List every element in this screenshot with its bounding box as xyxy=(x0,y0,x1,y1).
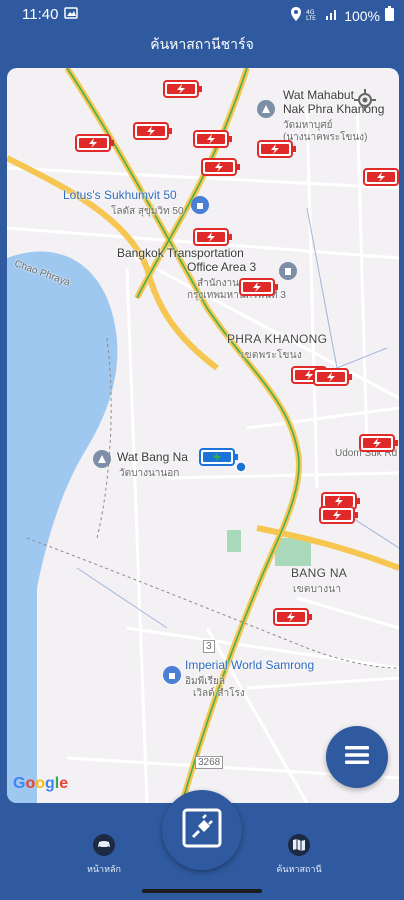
hamburger-icon xyxy=(345,745,369,769)
charger-marker-available-icon[interactable] xyxy=(199,448,239,466)
data-icon: 4G LTE xyxy=(306,7,320,25)
map-label-wat-mahabut: Wat Mahabut xyxy=(283,88,354,102)
car-icon xyxy=(91,832,117,858)
svg-text:LTE: LTE xyxy=(306,15,316,21)
nav-home-label: หน้าหลัก xyxy=(86,865,122,875)
nav-home[interactable]: หน้าหลัก xyxy=(59,832,149,876)
temple-pin-icon[interactable] xyxy=(93,450,111,468)
road-shield-3268: 3268 xyxy=(195,756,224,769)
location-icon xyxy=(291,6,302,25)
map-label-lotus-th: โลตัส สุขุมวิท 50 xyxy=(111,206,184,217)
charge-button[interactable] xyxy=(162,790,242,870)
charger-marker-icon[interactable] xyxy=(193,228,233,246)
signal-icon xyxy=(325,7,339,25)
nav-search-label: ค้นหาสถานี xyxy=(276,865,322,875)
charger-marker-icon[interactable] xyxy=(133,122,173,140)
charger-marker-icon[interactable] xyxy=(359,434,399,452)
charger-marker-icon[interactable] xyxy=(239,278,279,296)
google-logo: Google xyxy=(13,775,69,792)
road-shield-3: 3 xyxy=(203,640,215,653)
map-icon xyxy=(286,832,312,858)
map-label-phra-khanong: PHRA KHANONG xyxy=(227,332,328,346)
nav-search-station[interactable]: ค้นหาสถานี xyxy=(254,832,344,876)
battery-icon xyxy=(385,6,394,25)
office-pin-icon[interactable] xyxy=(279,262,297,280)
charger-marker-icon[interactable] xyxy=(319,506,359,524)
charger-marker-icon[interactable] xyxy=(201,158,241,176)
charger-marker-icon[interactable] xyxy=(363,168,399,186)
shopping-pin-icon[interactable] xyxy=(191,196,209,214)
gesture-bar xyxy=(142,889,262,893)
charger-marker-icon[interactable] xyxy=(273,608,313,626)
ev-plug-icon xyxy=(181,807,223,853)
map-label-wat-bang-na: Wat Bang Na xyxy=(117,450,188,464)
menu-button[interactable] xyxy=(326,726,388,788)
map-label-bang-na: BANG NA xyxy=(291,566,348,580)
image-icon xyxy=(64,6,78,24)
page-title: ค้นหาสถานีชาร์จ xyxy=(150,37,254,53)
map-label-imperial: Imperial World Samrong xyxy=(185,658,315,672)
map-label-wat-bang-na-th: วัดบางนานอก xyxy=(119,468,180,479)
map-label-imperial-th2: เวิลด์ สำโรง xyxy=(193,688,245,699)
status-time: 11:40 xyxy=(22,6,59,23)
map-label-bang-na-th: เขตบางนา xyxy=(293,584,342,595)
charger-marker-icon[interactable] xyxy=(257,140,297,158)
my-location-icon[interactable] xyxy=(353,88,377,112)
charger-marker-icon[interactable] xyxy=(313,368,353,386)
shopping-pin-icon[interactable] xyxy=(163,666,181,684)
map-label-transport: Bangkok Transportation xyxy=(117,246,244,260)
temple-pin-icon[interactable] xyxy=(257,100,275,118)
charger-marker-icon[interactable] xyxy=(75,134,115,152)
charger-marker-icon[interactable] xyxy=(193,130,233,148)
map-label-phra-khanong-th: เขตพระโขนง xyxy=(241,350,303,361)
park-area xyxy=(227,530,241,552)
charger-marker-icon[interactable] xyxy=(163,80,203,98)
park-area xyxy=(275,538,311,566)
status-bar: 11:40 4G LTE 100% xyxy=(0,0,404,30)
battery-text: 100% xyxy=(344,7,380,24)
map-label-transport-2: Office Area 3 xyxy=(187,260,257,274)
map-label-lotus: Lotus's Sukhumvit 50 xyxy=(63,188,177,202)
map-view[interactable]: Wat Mahabut Nak Phra Khanong วัดมหาบุศย์… xyxy=(7,68,399,803)
